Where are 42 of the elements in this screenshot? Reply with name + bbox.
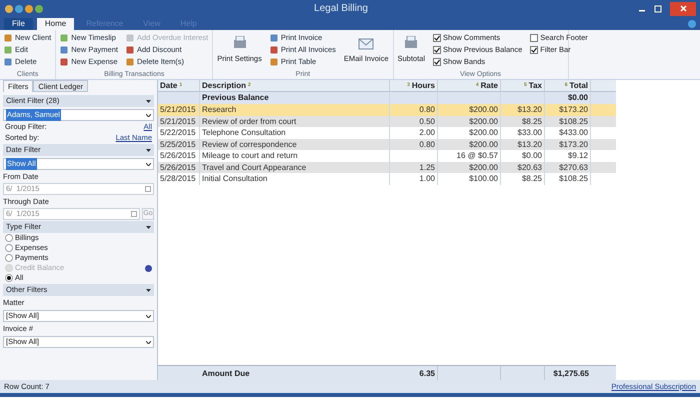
checkbox[interactable] [433,46,442,54]
dropdown-icon [146,288,151,292]
table-row[interactable]: 5/25/2015 Review of correspondence 0.80 $200.00 $13.20 $173.20 [158,138,616,150]
table-cell: 1.00 [390,173,438,184]
radio-button[interactable] [5,274,13,282]
radio-button[interactable] [5,244,13,252]
checkbox[interactable] [433,34,442,42]
table-row[interactable]: 5/21/2015 Review of order from court 0.50 $200.00 $8.25 $108.25 [158,116,616,127]
dropdown-icon [146,148,151,152]
dropdown-icon [146,100,151,102]
table-cell: $8.25 [501,173,545,184]
check-icon [531,46,538,52]
checkbox[interactable] [433,58,442,66]
chevron-icon [146,314,151,318]
printer-icon [232,36,248,50]
chevron-icon [146,162,151,166]
chevron-icon [146,114,151,116]
close-icon [680,5,686,12]
maximize-icon [654,4,662,12]
table-cell-text: Amount Due [201,368,251,380]
help-icon [688,20,696,28]
quick-access-icon [4,4,44,14]
table-row[interactable]: 5/26/2015 Travel and Court Appearance 1.25 $200.00 $20.63 $270.63 [158,162,616,173]
envelope-icon [358,36,374,50]
table-cell: $108.25 [545,173,591,184]
radio-button[interactable] [5,234,13,242]
chevron-icon [146,340,151,344]
checkbox[interactable] [530,34,538,42]
checkbox[interactable] [530,46,538,54]
printer-icon [403,36,420,50]
close-button[interactable] [670,2,696,16]
ribbon-tab[interactable]: Home [36,18,74,30]
table-cell: 5/28/2015 [158,173,200,184]
file-tab[interactable]: File [4,18,33,30]
table-row[interactable]: 5/21/2015 Research 0.80 $200.00 $13.20 $173.20 [158,104,616,116]
table-cell-text: $1,275.65 [552,368,590,380]
table-cell: $100.00 [438,173,501,184]
help-icon [145,264,152,272]
dropdown-icon [146,226,151,228]
window-title: Legal Billing [313,2,369,16]
table-cell: Initial Consultation [200,173,390,184]
radio-button[interactable] [5,254,13,262]
